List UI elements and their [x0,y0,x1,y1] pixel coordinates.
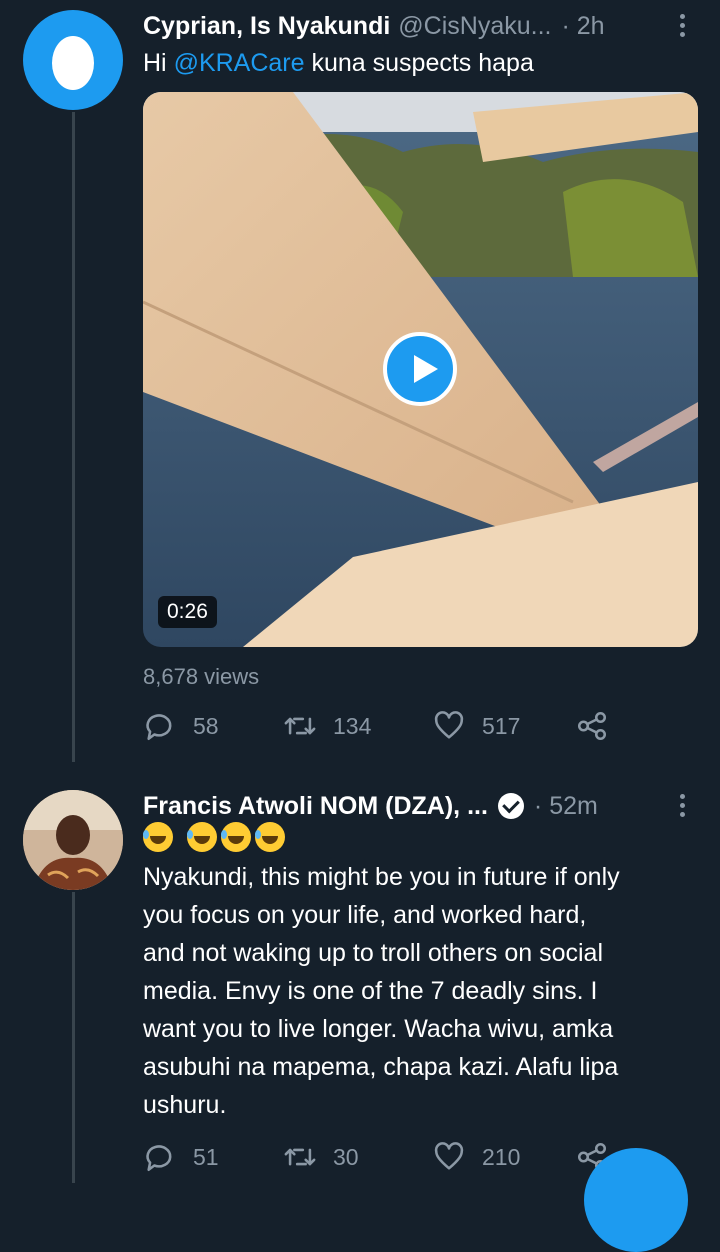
rolling-laughing-emoji-icon [255,822,285,852]
avatar[interactable] [23,10,123,110]
emoji-row [143,822,289,856]
like-count: 210 [482,1143,521,1170]
retweet-count: 30 [333,1143,359,1170]
compose-tweet-button[interactable] [584,1148,688,1252]
heart-icon [434,711,464,739]
retweet-button[interactable]: 134 [283,709,371,743]
avatar[interactable] [23,790,123,890]
tweet-actions: 58 134 517 [143,709,720,749]
tweet-text: Hi @KRACare kuna suspects hapa [143,49,534,77]
video-player[interactable]: 0:26 [143,92,698,647]
tweet-time[interactable]: · 52m [534,792,598,821]
rolling-laughing-emoji-icon [221,822,251,852]
reply-count: 58 [193,712,219,739]
reply-icon [146,1145,172,1172]
default-egg-avatar-icon [52,36,94,90]
rolling-laughing-emoji-icon [143,822,173,852]
reply-icon [146,714,172,741]
heart-icon [434,1142,464,1170]
retweet-icon [284,717,316,735]
more-options-icon[interactable] [680,794,688,821]
mention-link[interactable]: @KRACare [174,49,305,77]
tweet-header: Cyprian, Is Nyakundi @CisNyaku... · 2h [143,8,700,44]
tweet-francis-atwoli[interactable]: Francis Atwoli NOM (DZA), ... · 52m Nyak… [0,780,720,1183]
like-button[interactable]: 210 [432,1140,520,1174]
reply-button[interactable]: 51 [143,1140,219,1174]
share-button[interactable] [575,709,625,743]
tweet-time[interactable]: · 2h [561,12,604,41]
video-duration: 0:26 [158,596,217,628]
reply-button[interactable]: 58 [143,709,219,743]
profile-photo [23,790,123,890]
reply-count: 51 [193,1143,219,1170]
more-options-icon[interactable] [680,14,688,41]
user-handle[interactable]: @CisNyaku... [398,12,551,41]
share-icon [577,711,607,741]
verified-badge-icon [497,793,524,819]
like-count: 517 [482,712,521,739]
retweet-count: 134 [333,712,372,739]
like-button[interactable]: 517 [432,709,520,743]
retweet-button[interactable]: 30 [283,1140,359,1174]
display-name[interactable]: Francis Atwoli NOM (DZA), ... [143,792,488,821]
tweet-cyprian[interactable]: Cyprian, Is Nyakundi @CisNyaku... · 2h H… [0,0,720,770]
play-icon[interactable] [383,332,457,406]
tweet-header: Francis Atwoli NOM (DZA), ... · 52m [143,788,700,824]
display-name[interactable]: Cyprian, Is Nyakundi [143,12,390,41]
tweet-text: Nyakundi, this might be you in future if… [143,863,620,1119]
retweet-icon [284,1148,316,1166]
rolling-laughing-emoji-icon [187,822,217,852]
view-count[interactable]: 8,678 views [143,664,259,690]
